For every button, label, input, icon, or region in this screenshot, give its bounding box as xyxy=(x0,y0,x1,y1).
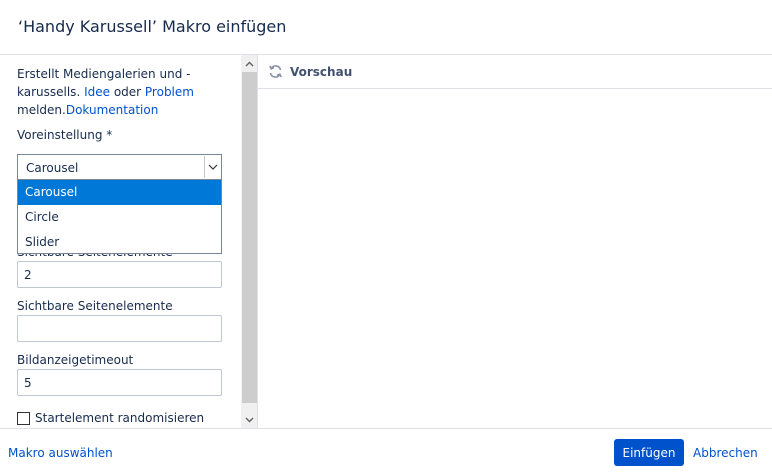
refresh-icon[interactable] xyxy=(268,64,283,79)
preset-label: Voreinstellung * xyxy=(17,128,113,142)
parameters-scrollbar[interactable] xyxy=(241,55,257,428)
idea-link[interactable]: Idee xyxy=(84,85,110,99)
scroll-up-icon[interactable] xyxy=(241,55,257,72)
visible-elements-input[interactable] xyxy=(17,315,222,342)
randomize-checkbox[interactable] xyxy=(17,411,30,425)
documentation-link[interactable]: Dokumentation xyxy=(66,103,159,117)
macro-description: Erstellt Mediengalerien und -karussells.… xyxy=(17,65,222,119)
parameters-panel: Erstellt Mediengalerien und -karussells.… xyxy=(0,55,258,428)
select-macro-link[interactable]: Makro auswählen xyxy=(8,446,113,460)
scrollbar-thumb[interactable] xyxy=(242,72,257,403)
problem-link[interactable]: Problem xyxy=(145,85,194,99)
randomize-label: Startelement randomisieren xyxy=(35,411,205,425)
preset-selected-value: Carousel xyxy=(26,161,79,175)
dialog-title: ‘Handy Karussell’ Makro einfügen xyxy=(18,17,287,36)
preset-option-carousel[interactable]: Carousel xyxy=(18,180,221,205)
description-report: melden. xyxy=(17,103,66,117)
preset-select[interactable]: Carousel xyxy=(17,154,222,180)
preset-option-slider[interactable]: Slider xyxy=(18,230,221,255)
insert-button[interactable]: Einfügen xyxy=(614,439,684,466)
obscured-field-input[interactable] xyxy=(17,261,222,288)
preview-title: Vorschau xyxy=(290,65,353,79)
preview-panel: Vorschau xyxy=(258,55,772,428)
scroll-down-icon[interactable] xyxy=(241,411,257,428)
description-or: oder xyxy=(110,85,145,99)
randomize-row: Startelement randomisieren xyxy=(17,410,204,426)
preview-header: Vorschau xyxy=(258,55,772,89)
timeout-label: Bildanzeigetimeout xyxy=(17,353,134,367)
macro-dialog: ‘Handy Karussell’ Makro einfügen Erstell… xyxy=(0,0,772,473)
timeout-input[interactable] xyxy=(17,369,222,396)
preset-dropdown-list: Carousel Circle Slider xyxy=(17,179,222,254)
cancel-link[interactable]: Abbrechen xyxy=(693,446,758,460)
dialog-header: ‘Handy Karussell’ Makro einfügen xyxy=(0,0,772,55)
dialog-footer: Makro auswählen Einfügen Abbrechen xyxy=(0,428,772,473)
parameters-form: Erstellt Mediengalerien und -karussells.… xyxy=(17,65,222,425)
visible-elements-label: Sichtbare Seitenelemente xyxy=(17,299,173,313)
preset-option-circle[interactable]: Circle xyxy=(18,205,221,230)
chevron-down-icon[interactable] xyxy=(204,156,220,178)
